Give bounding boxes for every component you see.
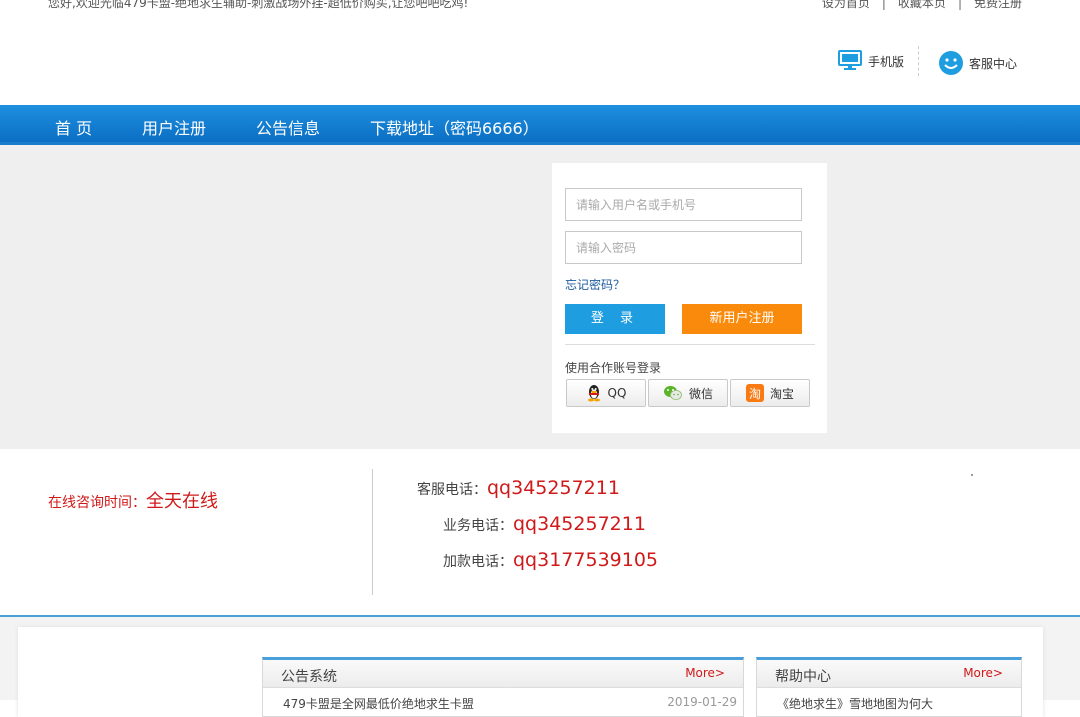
- mobile-label: 手机版: [868, 54, 905, 69]
- notice-panel: 公告系统 More> 479卡盟是全网最低价绝地求生卡盟 2019-01-29: [262, 657, 744, 717]
- service-center-link[interactable]: 客服中心: [938, 50, 1017, 76]
- welcome-text: 您好,欢迎光临479卡盟-绝地求生辅助-刺激战场外挂-超低价购买,让您吧吧吃鸡!: [48, 0, 469, 10]
- help-item-text: 《绝地求生》雪地地图为何大: [777, 697, 934, 711]
- funding-phone-label: 加款电话：: [443, 554, 513, 570]
- help-item[interactable]: 《绝地求生》雪地地图为何大: [777, 695, 1015, 712]
- taobao-login-button[interactable]: 淘 淘宝: [730, 379, 810, 407]
- nav-announcements[interactable]: 公告信息: [256, 115, 320, 139]
- service-phone-value: qq345257211: [487, 477, 620, 499]
- new-user-register-button[interactable]: 新用户注册: [682, 304, 802, 334]
- smiley-icon: [939, 51, 963, 75]
- help-panel: 帮助中心 More> 《绝地求生》雪地地图为何大: [756, 657, 1022, 717]
- help-panel-header: 帮助中心 More>: [757, 660, 1021, 688]
- top-links: 设为首页 | 收藏本页 | 免费注册: [822, 0, 1022, 11]
- notice-more-link[interactable]: More>: [685, 666, 725, 680]
- nav-register[interactable]: 用户注册: [142, 115, 206, 139]
- service-label: 客服中心: [969, 56, 1018, 71]
- online-hours-value: 全天在线: [146, 491, 218, 512]
- qq-penguin-icon: [587, 385, 600, 402]
- business-phone: 业务电话：qq345257211: [443, 513, 646, 535]
- contact-section: 在线咨询时间：全天在线 客服电话：qq345257211 业务电话：qq3452…: [0, 449, 1080, 617]
- login-box: 忘记密码？ 登 录 新用户注册 使用合作账号登录 QQ 微信 淘 淘宝: [552, 163, 827, 433]
- notice-item[interactable]: 479卡盟是全网最低价绝地求生卡盟 2019-01-29: [283, 695, 737, 712]
- service-phone-label: 客服电话：: [417, 482, 487, 498]
- online-hours-label: 在线咨询时间：: [48, 495, 146, 511]
- monitor-icon: [838, 50, 862, 70]
- username-input[interactable]: [565, 188, 802, 221]
- mobile-version-link[interactable]: 手机版: [838, 50, 904, 72]
- funding-phone: 加款电话：qq3177539105: [443, 549, 658, 571]
- business-phone-value: qq345257211: [513, 513, 646, 535]
- wechat-icon: [663, 386, 682, 401]
- nav-download[interactable]: 下载地址（密码6666）: [370, 115, 539, 139]
- svg-text:淘: 淘: [749, 387, 761, 401]
- notice-panel-header: 公告系统 More>: [263, 660, 743, 688]
- decorative-dot: [971, 474, 973, 476]
- taobao-label: 淘宝: [769, 386, 794, 401]
- funding-phone-value: qq3177539105: [513, 549, 659, 571]
- business-phone-label: 业务电话：: [443, 518, 513, 534]
- header: 手机版 客服中心: [0, 12, 1080, 105]
- partner-login-label: 使用合作账号登录: [565, 361, 662, 375]
- header-divider: [918, 46, 919, 76]
- bookmark-link[interactable]: 收藏本页: [898, 0, 946, 10]
- password-input[interactable]: [565, 231, 802, 264]
- contact-divider: [372, 469, 373, 595]
- banner-area: 忘记密码？ 登 录 新用户注册 使用合作账号登录 QQ 微信 淘 淘宝: [0, 145, 1080, 449]
- help-more-link[interactable]: More>: [963, 666, 1003, 680]
- content-card: 公告系统 More> 479卡盟是全网最低价绝地求生卡盟 2019-01-29 …: [18, 627, 1043, 717]
- notice-item-date: 2019-01-29: [667, 695, 737, 709]
- notice-title: 公告系统: [281, 669, 337, 685]
- free-register-link[interactable]: 免费注册: [974, 0, 1022, 10]
- login-button[interactable]: 登 录: [565, 304, 665, 334]
- qq-label: QQ: [607, 386, 627, 400]
- qq-login-button[interactable]: QQ: [566, 379, 646, 407]
- help-title: 帮助中心: [775, 669, 831, 685]
- nav-home[interactable]: 首 页: [55, 115, 92, 139]
- wechat-login-button[interactable]: 微信: [648, 379, 728, 407]
- set-homepage-link[interactable]: 设为首页: [822, 0, 870, 10]
- login-divider: [565, 344, 815, 345]
- top-bar: 您好,欢迎光临479卡盟-绝地求生辅助-刺激战场外挂-超低价购买,让您吧吧吃鸡!…: [0, 0, 1080, 12]
- service-phone: 客服电话：qq345257211: [417, 477, 620, 499]
- wechat-label: 微信: [688, 386, 713, 401]
- lower-section: 公告系统 More> 479卡盟是全网最低价绝地求生卡盟 2019-01-29 …: [0, 617, 1080, 717]
- taobao-icon: 淘: [745, 384, 764, 402]
- online-hours: 在线咨询时间：全天在线: [48, 487, 218, 513]
- forgot-password-link[interactable]: 忘记密码？: [565, 276, 625, 293]
- main-nav: 首 页 用户注册 公告信息 下载地址（密码6666）: [0, 105, 1080, 145]
- notice-item-text: 479卡盟是全网最低价绝地求生卡盟: [283, 697, 474, 711]
